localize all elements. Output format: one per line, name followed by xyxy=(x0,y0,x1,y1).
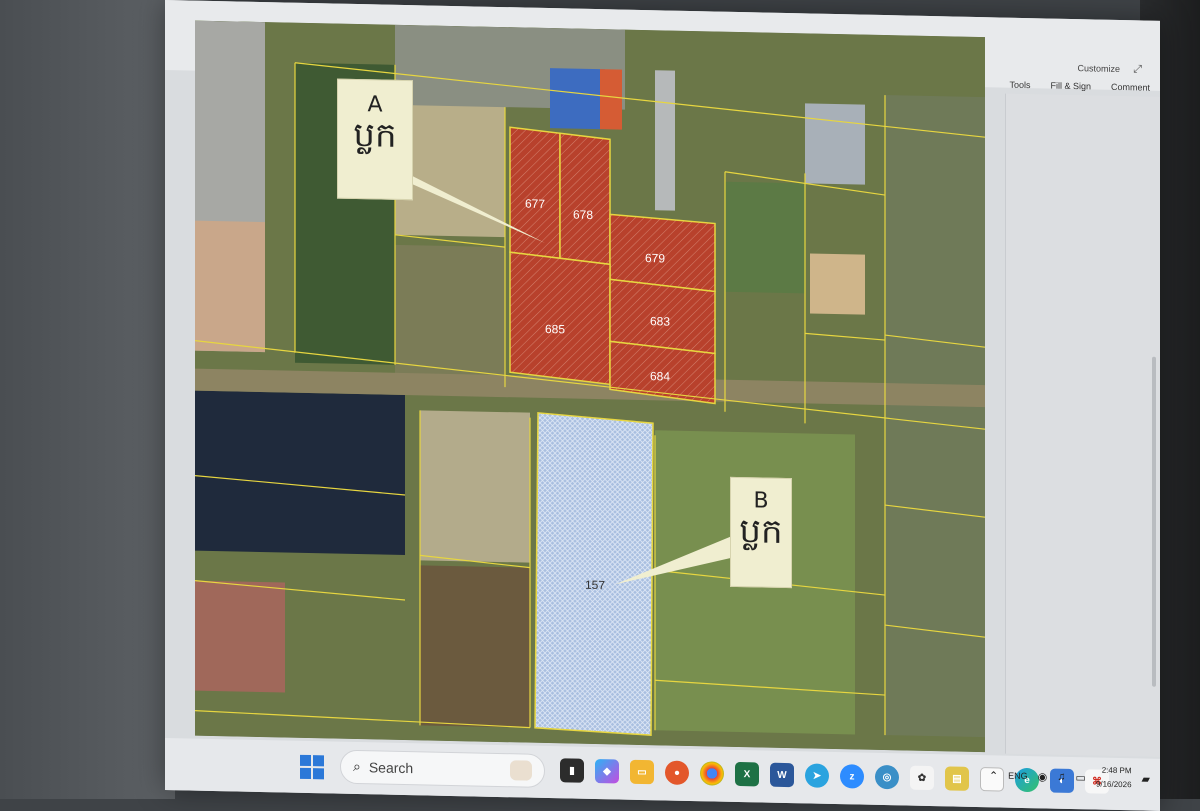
roof-cluster xyxy=(805,103,865,185)
parcel-label-683: 683 xyxy=(650,314,670,328)
tab-fill-sign[interactable]: Fill & Sign xyxy=(1050,81,1091,92)
brown-field xyxy=(420,565,530,728)
chrome-icon[interactable] xyxy=(700,761,724,786)
dark-pond xyxy=(195,390,405,556)
network-icon[interactable]: ◉ xyxy=(1038,770,1048,783)
task-view-icon[interactable]: ▮ xyxy=(560,758,584,783)
expand-icon[interactable]: ⤢ xyxy=(1133,62,1142,76)
language-indicator[interactable]: ENG xyxy=(1008,771,1028,781)
callout-a: A ប្លក xyxy=(337,78,413,201)
word-icon[interactable]: W xyxy=(770,762,794,788)
pond-dry xyxy=(810,253,865,315)
callout-b: B ប្លក xyxy=(730,476,792,589)
settlement xyxy=(885,95,985,738)
copilot-icon[interactable]: ◆ xyxy=(595,759,619,784)
callout-a-letter: A xyxy=(367,92,383,118)
telegram-icon[interactable]: ➤ xyxy=(805,763,829,788)
sand-field-2 xyxy=(420,410,530,563)
files-icon[interactable]: ▤ xyxy=(945,766,969,791)
projected-screen: Customize ⤢ Tools Fill & Sign Comment 67… xyxy=(165,0,1160,811)
windows-start-icon[interactable] xyxy=(300,754,324,780)
zoom-icon[interactable]: z xyxy=(840,764,864,789)
settings-icon[interactable]: ✿ xyxy=(910,765,934,791)
scrollbar[interactable] xyxy=(1152,356,1156,687)
right-panel xyxy=(1005,93,1160,757)
bare-field xyxy=(195,220,265,353)
tab-tools[interactable]: Tools xyxy=(1009,80,1030,90)
taskbar-search-input[interactable]: ⌕ Search xyxy=(340,749,545,788)
green-field xyxy=(725,181,805,294)
red-roof xyxy=(600,69,622,130)
volume-icon[interactable]: ♫ xyxy=(1057,771,1065,783)
parcel-157[interactable] xyxy=(534,411,654,736)
cadastral-map: 677 678 679 685 683 684 157 A ប្លក B ប្ល… xyxy=(195,20,985,753)
wall-left xyxy=(0,0,175,799)
clock-time: 2:48 PM xyxy=(1101,765,1132,776)
firefox-icon[interactable]: ● xyxy=(665,760,689,785)
parcel-label-679: 679 xyxy=(645,251,665,265)
tools-tabs: Tools Fill & Sign Comment xyxy=(1009,80,1150,93)
parcel-685[interactable] xyxy=(509,251,611,386)
parcel-label-157: 157 xyxy=(585,578,605,592)
parcel-label-684: 684 xyxy=(650,369,670,383)
system-tray: ⌃ ENG ◉ ♫ ▭ 2:48 PM 9/16/2026 ▰ xyxy=(989,761,1150,792)
parcel-label-678: 678 xyxy=(573,208,593,222)
field xyxy=(395,244,505,378)
callout-b-text: ប្លក xyxy=(739,511,783,552)
parcel-678[interactable] xyxy=(559,132,611,266)
parcel-label-677: 677 xyxy=(525,197,545,211)
clock[interactable]: 2:48 PM 9/16/2026 xyxy=(1096,764,1132,793)
notification-icon[interactable]: ▰ xyxy=(1142,772,1150,785)
search-placeholder: Search xyxy=(368,759,414,777)
file-explorer-icon[interactable]: ▭ xyxy=(630,759,654,785)
customize-button[interactable]: Customize xyxy=(1077,63,1120,74)
search-icon: ⌕ xyxy=(353,758,361,776)
red-field xyxy=(195,580,285,693)
callout-a-text: ប្លក xyxy=(353,114,397,156)
parcel-label-685: 685 xyxy=(545,322,565,336)
search-highlight-icon xyxy=(510,760,532,781)
battery-icon[interactable]: ▭ xyxy=(1076,771,1086,784)
chevron-up-icon[interactable]: ⌃ xyxy=(989,769,998,782)
blue-roof xyxy=(550,68,605,130)
excel-icon[interactable]: X xyxy=(735,761,759,787)
maps-icon[interactable]: ◎ xyxy=(875,764,899,790)
map-canvas: 677 678 679 685 683 684 157 xyxy=(195,20,985,753)
roof xyxy=(655,70,675,211)
parcel-677[interactable] xyxy=(509,126,561,260)
tab-comment[interactable]: Comment xyxy=(1111,82,1150,93)
clock-date: 9/16/2026 xyxy=(1095,779,1132,790)
